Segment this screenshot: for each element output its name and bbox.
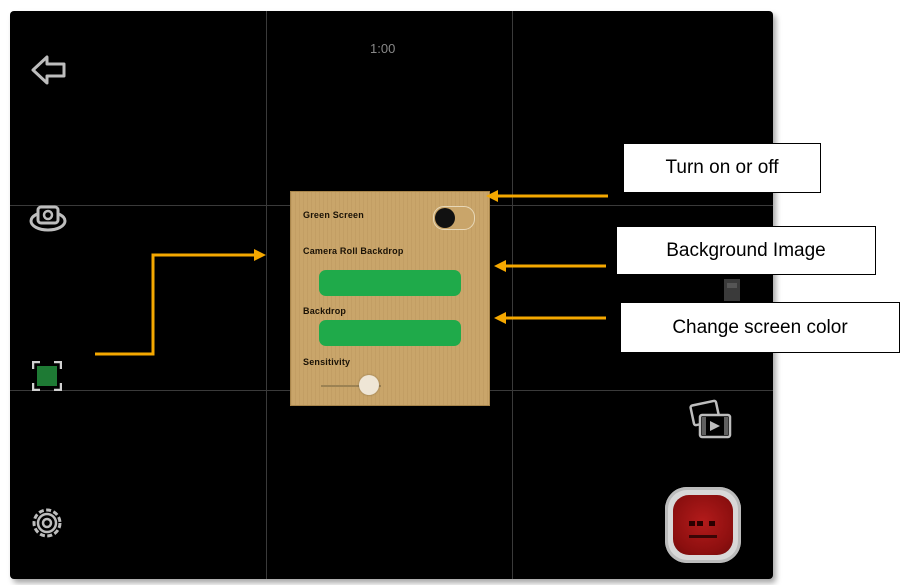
green-screen-toggle[interactable]: [433, 206, 475, 230]
record-button-icon: [673, 495, 733, 555]
backdrop-label: Backdrop: [303, 306, 347, 316]
camera-screen: 1:00 Green Screen Camera Roll Backdrop B…: [10, 11, 773, 579]
grid-line-vertical-left: [266, 11, 267, 579]
camera-roll-backdrop-button[interactable]: [319, 270, 461, 296]
callout-background-image: Background Image: [616, 226, 876, 275]
back-arrow-icon[interactable]: [30, 53, 68, 92]
grid-line-vertical-right: [512, 11, 513, 579]
toggle-knob: [435, 208, 455, 228]
recording-timer: 1:00: [370, 41, 396, 56]
gear-icon[interactable]: [30, 506, 64, 545]
backdrop-color-button[interactable]: [319, 320, 461, 346]
photo-video-icon[interactable]: [688, 399, 732, 444]
camera-roll-backdrop-label: Camera Roll Backdrop: [303, 246, 404, 256]
record-button[interactable]: [665, 487, 741, 563]
green-screen-panel: Green Screen Camera Roll Backdrop Backdr…: [290, 191, 490, 406]
green-screen-label: Green Screen: [303, 210, 364, 220]
flip-camera-icon[interactable]: [28, 201, 68, 240]
sensitivity-slider-thumb[interactable]: [359, 375, 379, 395]
sensitivity-label: Sensitivity: [303, 357, 351, 367]
callout-turn-on-off: Turn on or off: [623, 143, 821, 193]
callout-change-screen-color: Change screen color: [620, 302, 900, 353]
green-screen-icon[interactable]: [31, 360, 63, 396]
